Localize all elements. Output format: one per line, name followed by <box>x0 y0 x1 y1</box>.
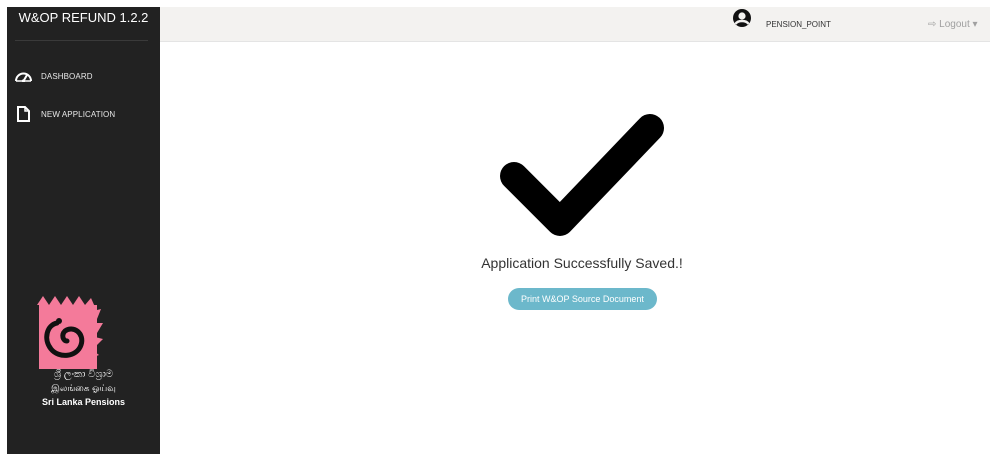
brand-divider <box>15 40 148 41</box>
checkmark-icon <box>500 112 664 241</box>
print-source-document-button[interactable]: Print W&OP Source Document <box>508 288 657 310</box>
sidebar-item-label: NEW APPLICATION <box>41 109 116 119</box>
sidebar: W&OP REFUND 1.2.2 DASHBOARD NEW APPLICAT… <box>7 7 160 454</box>
logo-text-english: Sri Lanka Pensions <box>41 397 126 407</box>
sidebar-item-label: DASHBOARD <box>41 71 93 81</box>
success-message: Application Successfully Saved.! <box>481 255 683 271</box>
sri-lanka-pensions-logo <box>29 295 139 374</box>
app-title[interactable]: W&OP REFUND 1.2.2 <box>7 7 160 40</box>
dashboard-gauge-icon <box>13 68 33 84</box>
logo-text-sinhala: ශ්‍රී ලංකා විශ්‍රාම <box>53 369 114 380</box>
caret-down-icon: ▾ <box>972 19 978 30</box>
logout-label: Logout <box>939 19 970 30</box>
sign-out-icon: ⇨ <box>928 19 937 30</box>
user-name[interactable]: PENSION_POINT <box>766 20 831 29</box>
sidebar-item-new-application[interactable]: NEW APPLICATION <box>7 103 160 125</box>
sidebar-item-dashboard[interactable]: DASHBOARD <box>7 65 160 87</box>
top-header: PENSION_POINT ⇨ Logout ▾ <box>160 7 990 42</box>
document-icon <box>13 106 33 122</box>
logout-dropdown[interactable]: ⇨ Logout ▾ <box>928 19 978 30</box>
logo-text-tamil: இலங்கை ஓய்வு <box>51 383 116 393</box>
user-circle-icon[interactable] <box>732 8 752 33</box>
